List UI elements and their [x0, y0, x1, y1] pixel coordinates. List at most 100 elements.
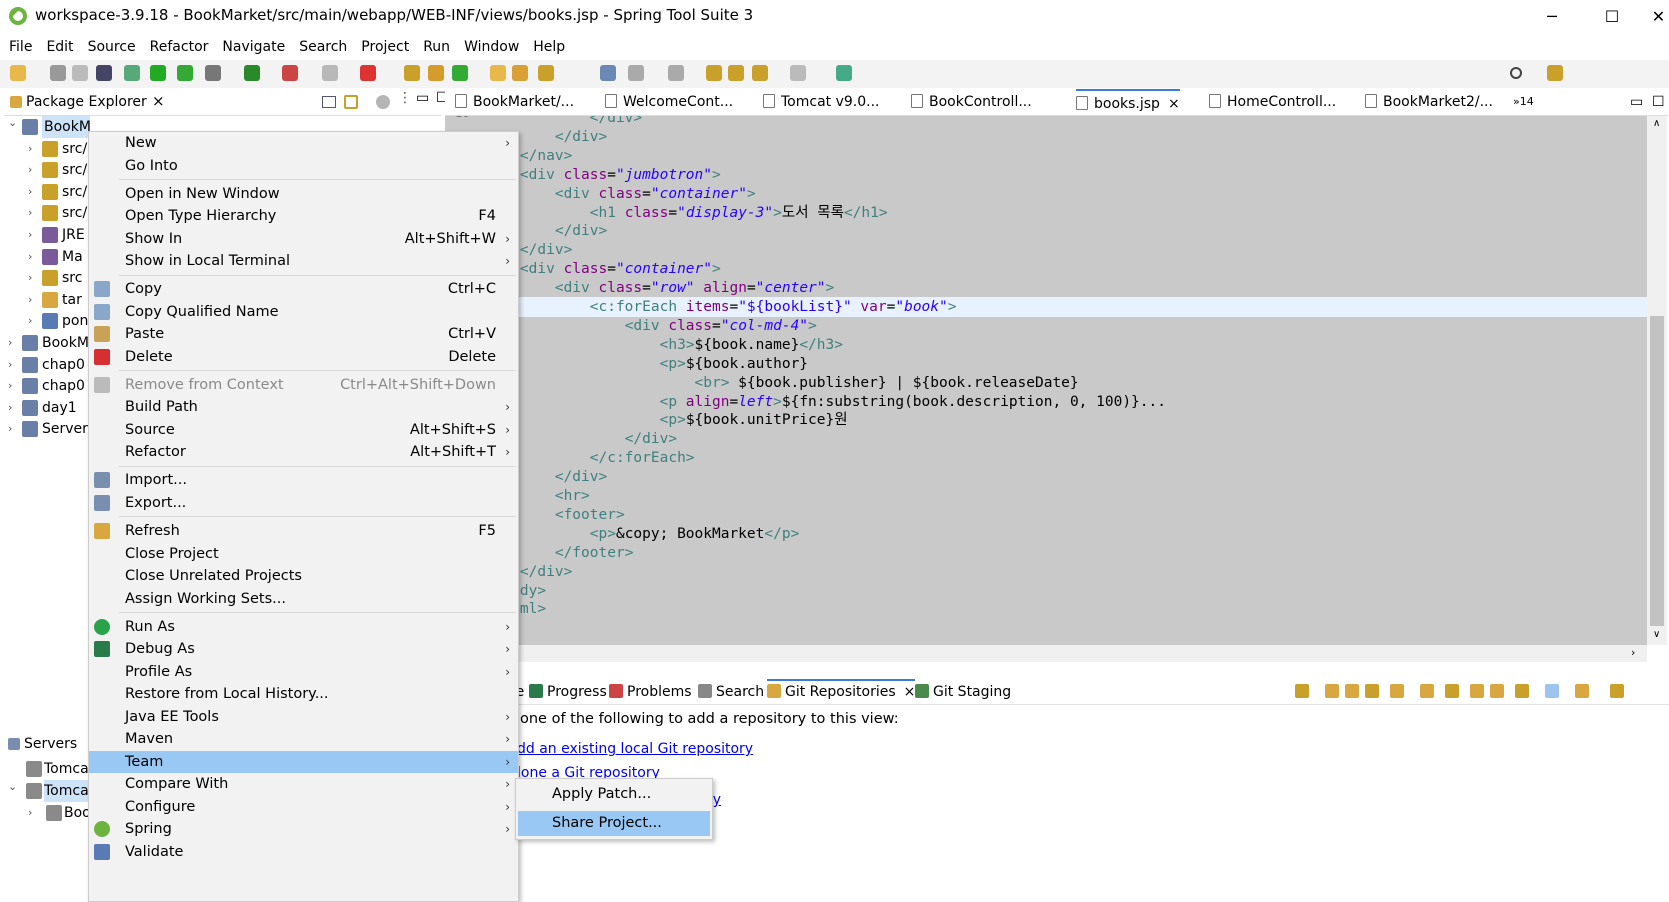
chevron-right-icon[interactable]: › — [28, 186, 38, 197]
editor-tab-welcomecont[interactable]: WelcomeCont... — [605, 89, 733, 115]
chevron-right-icon[interactable]: › — [28, 315, 38, 326]
code-line[interactable]: </div> — [445, 240, 1647, 260]
toolbar-icon-21[interactable] — [668, 65, 684, 81]
code-line[interactable]: <div class="jumbotron"> — [445, 165, 1647, 185]
view-menu-icon[interactable]: ⋮ — [398, 90, 412, 106]
code-line[interactable]: <c:forEach items="${bookList}" var="book… — [445, 297, 1647, 317]
panel-toolbar-icon-6[interactable] — [1420, 684, 1434, 698]
context-menu-item-refactor[interactable]: Refactor Alt+Shift+T › — [89, 441, 518, 463]
code-line[interactable]: <h1 class="display-3">도서 목록</h1> — [445, 203, 1647, 223]
collapse-all-icon[interactable] — [322, 96, 336, 108]
code-line[interactable]: </div> — [445, 562, 1647, 582]
toolbar-icon-5[interactable] — [124, 65, 140, 81]
bottom-tab-progress[interactable]: Progress — [529, 681, 607, 703]
close-icon[interactable]: × — [904, 684, 916, 700]
context-menu-item-validate[interactable]: Validate — [89, 841, 518, 863]
toolbar-icon-2[interactable] — [50, 65, 66, 81]
toolbar-icon-18[interactable] — [538, 65, 554, 81]
menu-help[interactable]: Help — [524, 36, 570, 58]
close-window-button[interactable]: ✕ — [1648, 4, 1669, 30]
chevron-right-icon[interactable]: › — [8, 359, 18, 370]
servers-tab[interactable]: Servers — [4, 733, 90, 757]
toolbar-icon-4[interactable] — [96, 65, 112, 81]
panel-toolbar-icon-2[interactable] — [1325, 684, 1339, 698]
editor-overflow-indicator[interactable]: »14 — [1513, 89, 1534, 115]
chevron-right-icon[interactable]: › — [8, 423, 18, 434]
code-line[interactable]: </html> — [445, 599, 1647, 619]
toolbar-icon-12[interactable] — [360, 65, 376, 81]
context-menu-item-export[interactable]: Export... — [89, 492, 518, 514]
context-menu-item-build-path[interactable]: Build Path › — [89, 396, 518, 418]
toolbar-icon-24[interactable] — [752, 65, 768, 81]
context-menu-item-open-type-hierarchy[interactable]: Open Type Hierarchy F4 — [89, 205, 518, 227]
code-line[interactable]: <div class="col-md-4"> — [445, 316, 1647, 336]
toolbar-icon-15[interactable] — [452, 65, 468, 81]
context-menu-item-refresh[interactable]: Refresh F5 — [89, 520, 518, 542]
chevron-right-icon[interactable]: › — [28, 251, 38, 262]
context-menu-item-spring[interactable]: Spring › — [89, 818, 518, 840]
toolbar-icon-3[interactable] — [72, 65, 88, 81]
code-line[interactable]: </div> — [445, 127, 1647, 147]
menu-refactor[interactable]: Refactor — [141, 36, 214, 58]
maximize-button[interactable]: ☐ — [1592, 4, 1632, 30]
panel-toolbar-icon-8[interactable] — [1470, 684, 1484, 698]
menu-source[interactable]: Source — [79, 36, 141, 58]
context-menu-item-show-in[interactable]: Show In Alt+Shift+W › — [89, 228, 518, 250]
code-line[interactable]: </div> — [445, 467, 1647, 487]
editor-vertical-scrollbar[interactable]: ∧ ∨ — [1647, 116, 1667, 645]
bottom-tab-problems[interactable]: Problems — [609, 681, 692, 703]
chevron-right-icon[interactable]: › — [28, 294, 38, 305]
panel-toolbar-icon-3[interactable] — [1345, 684, 1359, 698]
code-line[interactable]: <footer> — [445, 505, 1647, 525]
chevron-right-icon[interactable]: › — [28, 207, 38, 218]
chevron-right-icon[interactable]: › — [28, 807, 38, 818]
bottom-tab-git-repositories[interactable]: Git Repositories × — [767, 679, 916, 701]
menu-window[interactable]: Window — [455, 36, 524, 58]
toolbar-icon-8[interactable] — [205, 65, 221, 81]
context-menu-item-debug-as[interactable]: Debug As › — [89, 638, 518, 660]
minimize-button[interactable]: ─ — [1532, 4, 1572, 30]
chevron-right-icon[interactable]: › — [28, 272, 38, 283]
minimize-view-icon[interactable]: ▭ — [416, 90, 429, 106]
package-explorer-tab[interactable]: Package Explorer × ⋮ ▭ ☐ — [4, 89, 449, 116]
scroll-up-icon[interactable]: ∧ — [1653, 118, 1660, 129]
submenu-item-share-project[interactable]: Share Project... — [518, 811, 710, 836]
code-line[interactable]: <p align=left>${fn:substring(book.descri… — [445, 392, 1647, 412]
panel-toolbar-icon-1[interactable] — [1295, 684, 1309, 698]
open-perspective-icon[interactable] — [1547, 65, 1563, 81]
menu-run[interactable]: Run — [414, 36, 455, 58]
panel-toolbar-icon-5[interactable] — [1390, 684, 1404, 698]
scrollbar-thumb[interactable] — [1650, 316, 1664, 626]
menu-search[interactable]: Search — [290, 36, 352, 58]
code-line[interactable]: </div> — [445, 221, 1647, 241]
chevron-right-icon[interactable]: › — [28, 143, 38, 154]
toolbar-icon-6[interactable] — [150, 65, 166, 81]
toolbar-icon-23[interactable] — [728, 65, 744, 81]
maximize-view-icon[interactable]: ☐ — [1652, 89, 1665, 115]
context-menu-item-profile-as[interactable]: Profile As › — [89, 661, 518, 683]
chevron-right-icon[interactable]: › — [8, 337, 18, 348]
editor-tab-tomcat-v9-0[interactable]: Tomcat v9.0... — [763, 89, 880, 115]
close-icon[interactable]: × — [1168, 96, 1180, 112]
context-menu-item-show-in-local-terminal[interactable]: Show in Local Terminal › — [89, 250, 518, 272]
code-line[interactable]: <p>${book.unitPrice}원 — [445, 410, 1647, 430]
code-line[interactable]: <p>&copy; BookMarket</p> — [445, 524, 1647, 544]
panel-toolbar-icon-12[interactable] — [1575, 684, 1589, 698]
link-with-editor-icon[interactable] — [344, 95, 358, 109]
context-menu-item-team[interactable]: Team › — [89, 750, 518, 773]
scroll-right-icon[interactable]: › — [1631, 646, 1635, 659]
code-line[interactable]: <hr> — [445, 486, 1647, 506]
bottom-tab-git-staging[interactable]: Git Staging — [915, 681, 1011, 703]
bottom-tab-search[interactable]: Search — [698, 681, 764, 703]
toolbar-icon-16[interactable] — [490, 65, 506, 81]
context-menu-item-source[interactable]: Source Alt+Shift+S › — [89, 419, 518, 441]
toolbar-icon-22[interactable] — [706, 65, 722, 81]
chevron-down-icon[interactable]: ⌄ — [8, 117, 18, 128]
code-line[interactable]: </footer> — [445, 543, 1647, 563]
menu-edit[interactable]: Edit — [37, 36, 78, 58]
search-icon[interactable] — [1510, 67, 1522, 79]
context-menu-item-restore-from-local-history[interactable]: Restore from Local History... — [89, 683, 518, 705]
editor-tab-bookmarket2[interactable]: BookMarket2/... — [1365, 89, 1493, 115]
panel-toolbar-icon-10[interactable] — [1515, 684, 1529, 698]
context-menu-item-go-into[interactable]: Go Into — [89, 155, 518, 177]
